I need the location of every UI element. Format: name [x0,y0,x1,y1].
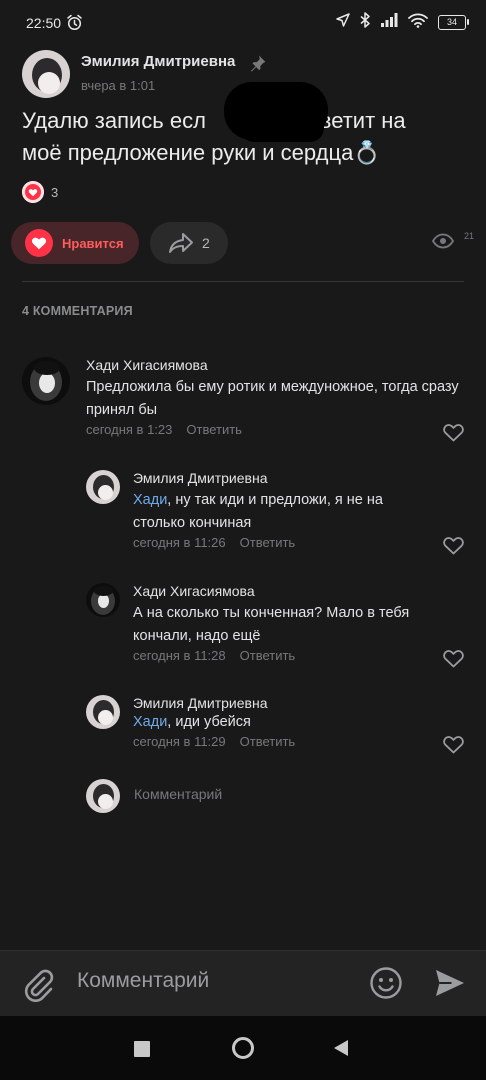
status-time: 22:50 [26,15,62,31]
comment-author-avatar[interactable] [86,583,120,617]
reply-button[interactable]: Ответить [186,422,242,437]
post-timestamp: вчера в 1:01 [81,78,156,93]
comment-author-name[interactable]: Хади Хигасиямова [86,357,208,373]
comment-text: А на сколько ты конченная? Мало в тебя к… [133,605,410,644]
send-icon[interactable] [434,968,466,1003]
comment-text-body: , иди убейся [167,714,251,730]
reply-button[interactable]: Ответить [240,535,296,550]
like-button[interactable]: Нравится [11,222,139,264]
likes-count: 3 [51,185,59,200]
post-author-avatar[interactable] [22,50,70,98]
eye-icon [431,233,455,254]
comment-composer [0,950,486,1017]
comment-text: Хади, иди убейся [133,711,433,734]
comment-like-icon[interactable] [443,649,464,673]
comment-meta: сегодня в 11:29 Ответить [133,734,295,749]
comment-like-icon[interactable] [443,423,464,447]
comment-author-avatar[interactable] [22,357,70,405]
home-button-icon[interactable] [231,1036,255,1065]
comment-author-name[interactable]: Эмилия Дмитриевна [133,470,268,486]
status-bar: 22:50 34 [0,0,486,44]
post-text-line1-start: Удалю запись есл [22,108,206,133]
mention-link[interactable]: Хади [133,714,167,730]
share-button[interactable]: 2 [150,222,228,264]
likes-reaction-icon[interactable] [22,181,44,203]
signal-icon [380,13,398,32]
comment-author-avatar[interactable] [86,470,120,504]
comment-timestamp: сегодня в 11:29 [133,734,226,749]
comment-meta: сегодня в 11:28 Ответить [133,648,295,663]
comment-author-name[interactable]: Хади Хигасиямова [133,583,255,599]
recents-button-icon[interactable] [134,1041,150,1062]
reply-comment-input[interactable]: Комментарий [134,786,222,802]
comment-input[interactable]: Комментарий [77,969,209,993]
comment-author-avatar[interactable] [86,695,120,729]
bluetooth-icon [360,12,370,33]
comment-meta: сегодня в 1:23 Ответить [86,422,242,437]
comment-like-icon[interactable] [443,735,464,759]
mention-link[interactable]: Хади [133,492,167,508]
location-icon [336,13,350,32]
comment-text: Предложила бы ему ротик и междуножное, т… [86,379,459,418]
share-icon [168,232,194,254]
pin-icon [249,54,267,77]
comment-author-name[interactable]: Эмилия Дмитриевна [133,695,268,711]
post-author-name[interactable]: Эмилия Дмитриевна [81,53,235,70]
back-button-icon[interactable] [333,1039,349,1062]
share-count: 2 [202,235,210,251]
comment-text-body: , ну так иди и предложи, я не на столько… [133,492,383,531]
alarm-icon [66,14,83,36]
views-count: 21 [464,231,475,241]
heart-icon [25,229,53,257]
reply-button[interactable]: Ответить [240,648,296,663]
comment-text: Хади, ну так иди и предложи, я не на сто… [133,489,433,534]
status-icons: 34 [336,12,469,33]
wifi-icon [408,13,428,33]
post-text-line2: моё предложение руки и сердца💍 [22,140,381,165]
comment-timestamp: сегодня в 11:28 [133,648,226,663]
comment-meta: сегодня в 11:26 Ответить [133,535,295,550]
current-user-avatar [86,779,120,813]
comment-timestamp: сегодня в 11:26 [133,535,226,550]
comment-like-icon[interactable] [443,536,464,560]
emoji-icon[interactable] [369,966,403,1005]
attach-icon[interactable] [22,966,54,1007]
redaction-mark-lower [240,112,324,142]
like-button-label: Нравится [62,235,124,251]
comment-timestamp: сегодня в 1:23 [86,422,173,437]
battery-icon: 34 [438,15,469,30]
reply-button[interactable]: Ответить [240,734,296,749]
comments-count-header: 4 КОММЕНТАРИЯ [22,304,133,318]
views-counter: 21 [431,231,475,254]
divider [22,281,464,282]
